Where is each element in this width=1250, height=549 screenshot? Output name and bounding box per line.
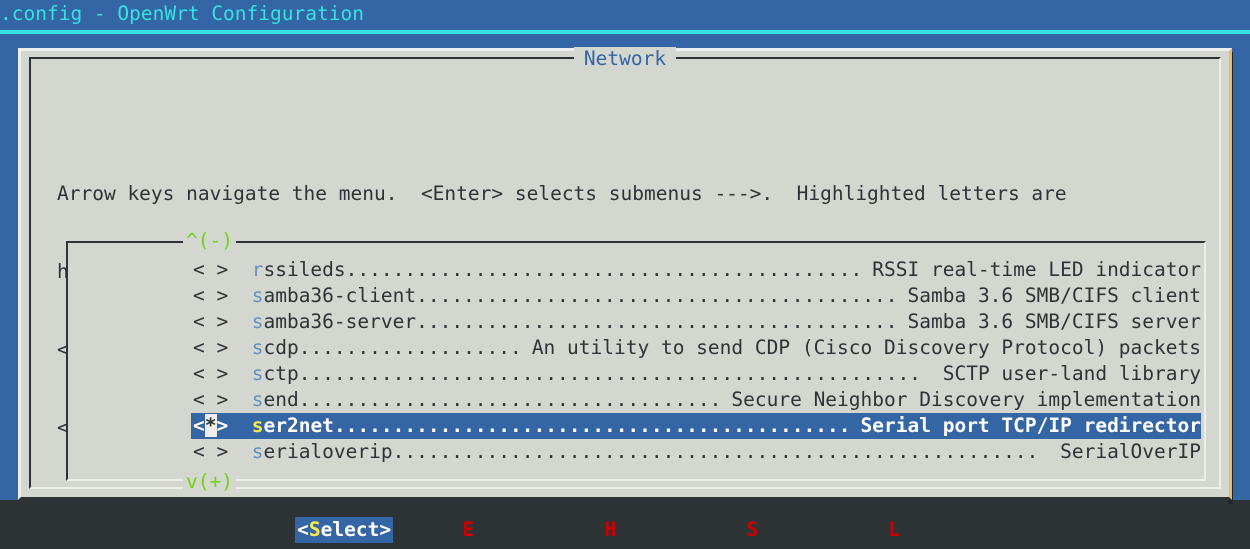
button-open-bracket: < [864, 518, 889, 541]
menu-row-gap [228, 283, 251, 309]
menu-row-gap [228, 439, 251, 465]
checkbox-open-bracket: < [193, 414, 205, 437]
button-label: xit [474, 518, 510, 541]
checkbox-cursor-star: * [204, 414, 217, 437]
button-close-bracket: > [793, 518, 817, 541]
network-dialog: Network Arrow keys navigate the menu. <E… [18, 46, 1232, 549]
menu-row-checkbox[interactable]: < > [193, 283, 228, 309]
menu-row[interactable]: < > s cdp................... An utility to… [191, 335, 1201, 361]
button-close-bracket: > [379, 518, 392, 541]
menu-row-checkbox[interactable]: <*> [193, 413, 228, 439]
button-hotkey: S [746, 518, 759, 541]
button-label: elect [320, 518, 380, 541]
menu-row[interactable]: < > s end................................… [191, 387, 1201, 413]
menu-row[interactable]: < > s amba36-server......................… [191, 309, 1201, 335]
menu-row-gap [228, 361, 251, 387]
menu-row[interactable]: <*> s er2net.............................… [191, 413, 1201, 439]
menu-row-gap [228, 309, 251, 335]
menu-row-hotkey: s [251, 362, 264, 385]
menu-row-description: An utility to send CDP (Cisco Discovery … [531, 336, 1201, 359]
menu-row-description: Secure Neighbor Discovery implementation [731, 388, 1201, 411]
menu-row-label: amba36-client [263, 284, 417, 307]
menu-row-label: er2net [263, 414, 334, 437]
menu-row-dot-leader: ........................................… [416, 284, 898, 307]
dialog-title-label: Network [573, 47, 677, 70]
checkbox-close-bracket: > [216, 414, 229, 437]
button-hotkey: S [308, 518, 321, 541]
button-hotkey: H [604, 518, 617, 541]
menu-row-gap [228, 413, 251, 439]
menu-row[interactable]: < > s erialoverip........................… [191, 439, 1201, 465]
menu-row-gap [228, 387, 251, 413]
button-close-bracket: > [935, 518, 959, 541]
menu-row-checkbox[interactable]: < > [193, 309, 228, 335]
button-label: ave [758, 518, 794, 541]
menu-row-label: erialoverip [263, 440, 393, 463]
menu-row-dot-leader: ................... [298, 336, 522, 359]
menu-row-description: SCTP user-land library [942, 362, 1201, 385]
dialog-button-exit[interactable]: < Exit > [437, 517, 535, 543]
package-list-box[interactable]: ^(-) < > r ssileds.......................… [66, 231, 1206, 491]
menu-row-hotkey: r [251, 258, 264, 281]
menu-row-label: ssileds [263, 258, 346, 281]
menu-row-dot-leader: ........................................… [392, 440, 1039, 463]
menu-row-checkbox[interactable]: < > [193, 257, 228, 283]
menu-row-dot-leader: ........................................… [333, 414, 851, 437]
button-hotkey: E [462, 518, 475, 541]
menu-row-description: SerialOverIP [1060, 440, 1201, 463]
menu-row-label: ctp [263, 362, 299, 385]
menu-row[interactable]: < > r ssileds............................… [191, 257, 1201, 283]
button-open-bracket: < [439, 518, 463, 541]
menu-row-list[interactable]: < > r ssileds............................… [191, 257, 1201, 465]
button-close-bracket: > [651, 518, 675, 541]
title-separator-rule [0, 30, 1250, 34]
dialog-button-select[interactable]: <Select> [295, 517, 394, 543]
button-label: elp [616, 518, 652, 541]
dialog-button-bar[interactable]: <Select> < Exit > < Help > < Save > < Load > [21, 513, 1235, 547]
menu-row-hotkey: s [251, 284, 264, 307]
menu-row-gap [228, 257, 251, 283]
menu-row[interactable]: < > s amba36-client......................… [191, 283, 1201, 309]
button-hotkey: L [888, 518, 901, 541]
menu-row-dot-leader: ........................................… [298, 362, 921, 385]
dialog-button-load[interactable]: < Load > [863, 517, 961, 543]
dialog-button-save[interactable]: < Save > [721, 517, 819, 543]
menu-row-hotkey: s [251, 388, 264, 411]
menu-row-label: end [263, 388, 299, 411]
menu-row-description: Serial port TCP/IP redirector [860, 414, 1201, 437]
menu-row-checkbox[interactable]: < > [193, 361, 228, 387]
menu-row-hotkey: s [251, 440, 264, 463]
menu-row-dot-leader: ........................................… [416, 310, 898, 333]
help-line-1: Arrow keys navigate the menu. <Enter> se… [57, 182, 1067, 205]
terminal-screen: .config - OpenWrt Configuration Network … [0, 0, 1250, 549]
menu-row-hotkey: s [251, 336, 264, 359]
button-open-bracket: < [581, 518, 605, 541]
menu-row-hotkey: s [251, 414, 264, 437]
menu-row-label: amba36-server [263, 310, 417, 333]
menu-row-description: RSSI real-time LED indicator [872, 258, 1201, 281]
menu-row-checkbox[interactable]: < > [193, 387, 228, 413]
button-open-bracket: < [722, 518, 747, 541]
menu-row-label: cdp [263, 336, 299, 359]
button-label: oad [900, 518, 936, 541]
menu-row-gap [228, 335, 251, 361]
dialog-button-help[interactable]: < Help > [579, 517, 677, 543]
menu-row-checkbox[interactable]: < > [193, 439, 228, 465]
scroll-up-indicator[interactable]: ^(-) [183, 231, 236, 250]
window-title: .config - OpenWrt Configuration [0, 2, 364, 25]
menu-row-dot-leader: ........................................… [345, 258, 863, 281]
button-open-bracket: < [297, 518, 309, 541]
menu-row-checkbox[interactable]: < > [193, 335, 228, 361]
menu-row-dot-leader: .................................... [298, 388, 722, 411]
menu-row-hotkey: s [251, 310, 264, 333]
dialog-title-bar: Network [31, 46, 1219, 72]
scroll-down-indicator[interactable]: v(+) [183, 472, 236, 491]
menu-row[interactable]: < > s ctp................................… [191, 361, 1201, 387]
menu-row-description: Samba 3.6 SMB/CIFS server [907, 310, 1202, 333]
menu-row-description: Samba 3.6 SMB/CIFS client [907, 284, 1202, 307]
button-close-bracket: > [509, 518, 534, 541]
